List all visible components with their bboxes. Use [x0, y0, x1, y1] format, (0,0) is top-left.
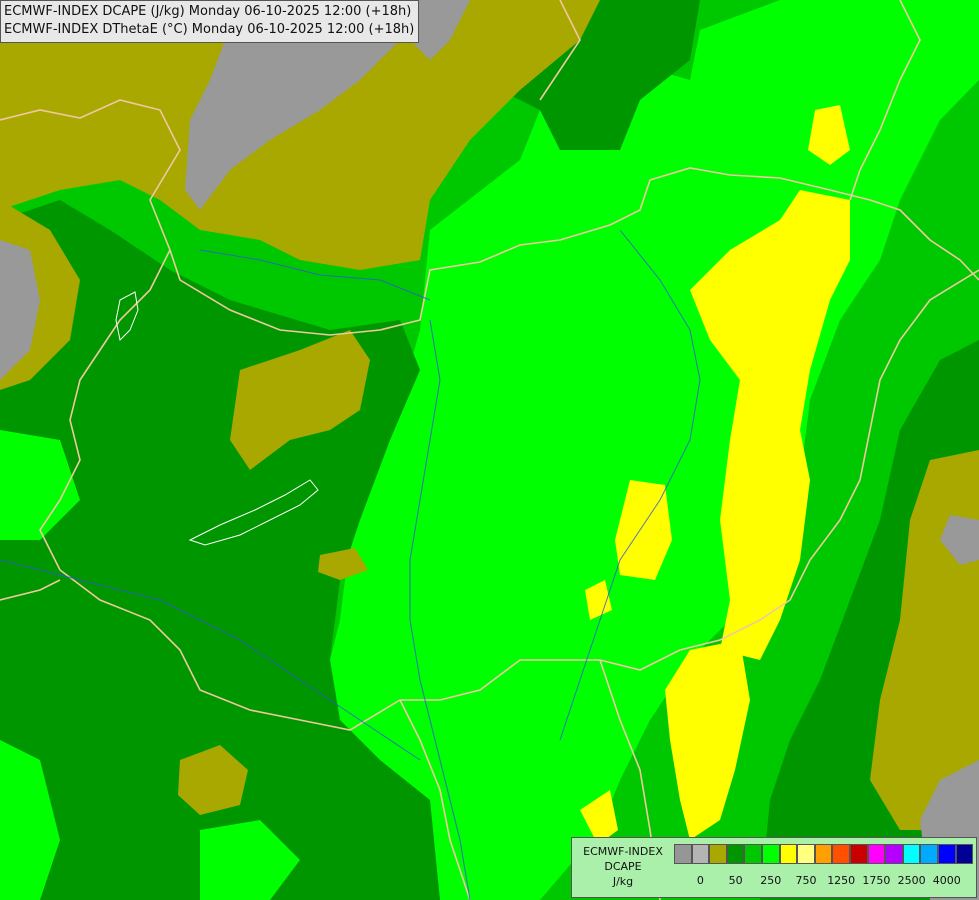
legend-tick: 1750	[862, 874, 891, 887]
legend-swatch	[832, 844, 850, 864]
legend-variable: DCAPE	[604, 860, 642, 873]
legend-tick: 0	[696, 874, 704, 887]
legend-swatch	[709, 844, 727, 864]
legend-unit: J/kg	[612, 875, 634, 888]
legend-swatch	[797, 844, 815, 864]
legend-ticks: 0 50 250 750 1250 1750 2500 4000	[674, 874, 974, 890]
legend-swatch	[937, 844, 956, 864]
legend-swatches	[674, 844, 974, 866]
weather-map: ECMWF-INDEX DCAPE (J/kg) Monday 06-10-20…	[0, 0, 979, 900]
legend-tick: 4000	[932, 874, 961, 887]
legend-label: ECMWF-INDEX DCAPE J/kg	[572, 844, 674, 889]
map-canvas	[0, 0, 979, 900]
legend-tick: 750	[795, 874, 817, 887]
legend-model: ECMWF-INDEX	[583, 845, 663, 858]
legend-swatch	[726, 844, 745, 864]
legend-swatch	[955, 844, 974, 864]
title-line-dthetae: ECMWF-INDEX DThetaE (°C) Monday 06-10-20…	[4, 22, 415, 37]
legend-swatch	[744, 844, 762, 864]
legend-swatch	[849, 844, 868, 864]
legend-swatch	[902, 844, 921, 864]
legend-swatch	[674, 844, 692, 864]
legend-swatch	[814, 844, 833, 864]
legend-swatch	[885, 844, 903, 864]
legend-tick: 250	[760, 874, 782, 887]
legend-swatch	[761, 844, 780, 864]
legend-swatch	[867, 844, 886, 864]
legend-tick: 50	[728, 874, 743, 887]
title-line-dcape: ECMWF-INDEX DCAPE (J/kg) Monday 06-10-20…	[4, 4, 412, 19]
legend-swatch	[920, 844, 938, 864]
legend-swatch	[779, 844, 798, 864]
legend-tick: 2500	[897, 874, 926, 887]
legend-swatch	[691, 844, 710, 864]
color-legend: ECMWF-INDEX DCAPE J/kg 0 50 250 750 1250 1750…	[571, 837, 977, 898]
map-title-box: ECMWF-INDEX DCAPE (J/kg) Monday 06-10-20…	[0, 0, 420, 43]
legend-tick: 1250	[827, 874, 856, 887]
